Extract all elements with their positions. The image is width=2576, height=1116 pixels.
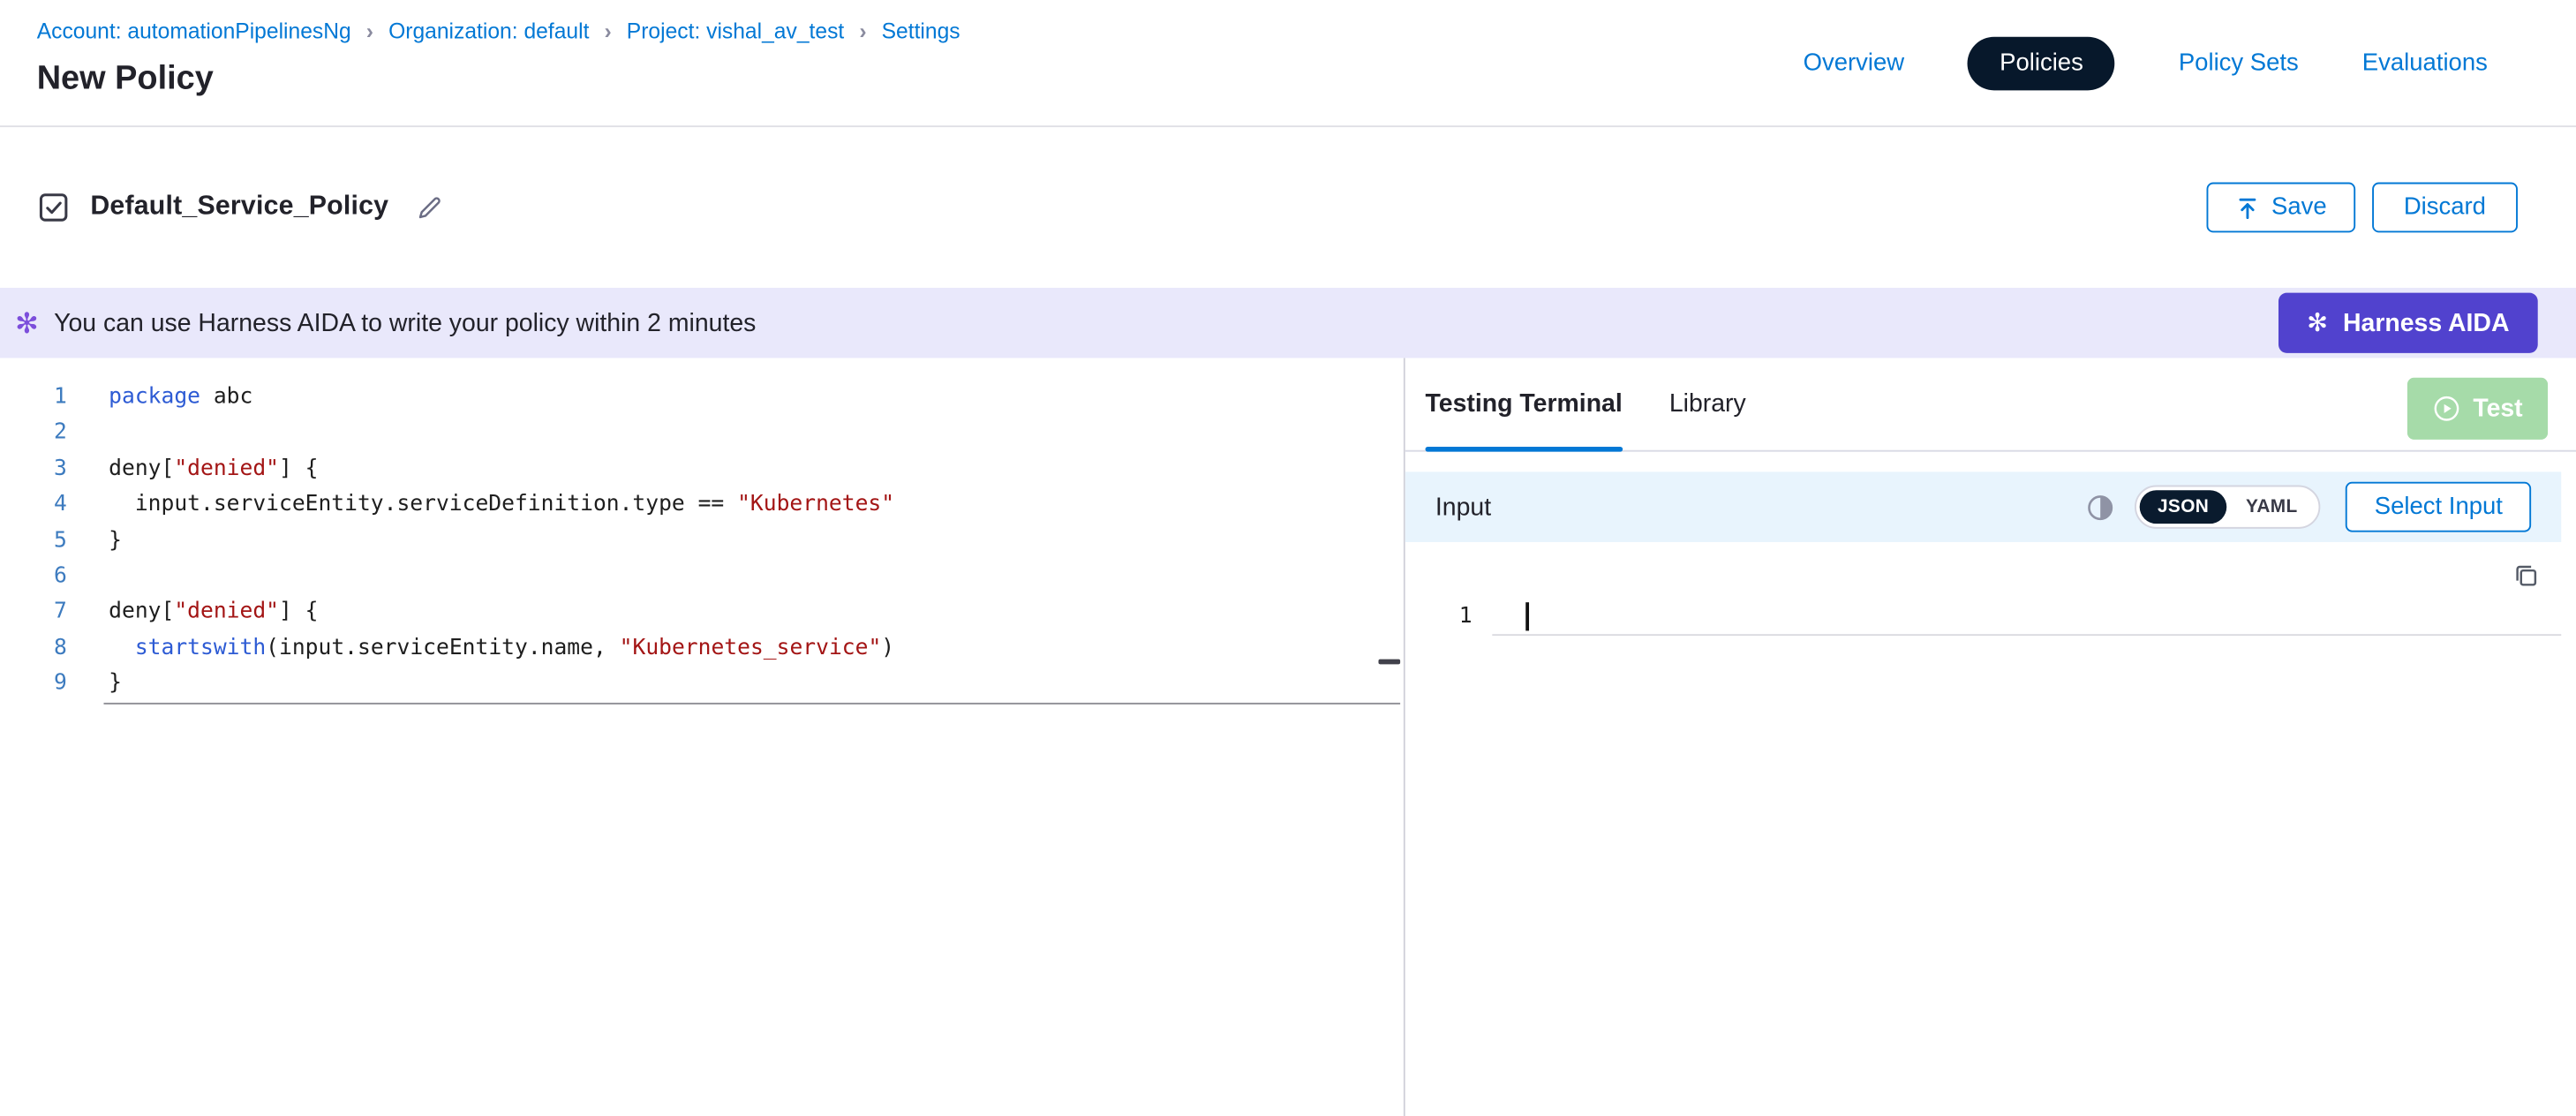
code-text: input.serviceEntity.serviceDefinition.ty… bbox=[67, 487, 894, 524]
aida-flower-icon: ✻ bbox=[15, 309, 39, 337]
chevron-right-icon: › bbox=[366, 19, 373, 43]
input-line[interactable]: 1 bbox=[1405, 596, 2576, 636]
policy-toolbar: Default_Service_Policy Save Discard bbox=[0, 127, 2576, 288]
code-line[interactable]: 2 bbox=[0, 416, 1404, 452]
page-title: New Policy bbox=[37, 60, 214, 99]
line-number: 1 bbox=[0, 380, 67, 416]
code-text: } bbox=[67, 666, 122, 702]
copy-icon[interactable] bbox=[2512, 562, 2539, 589]
screenshot-viewport: Account: automationPipelinesNg › Organiz… bbox=[0, 0, 2576, 1116]
code-line[interactable]: 9} bbox=[0, 666, 1404, 702]
page-header: Account: automationPipelinesNg › Organiz… bbox=[0, 0, 2576, 127]
format-option-yaml[interactable]: YAML bbox=[2227, 490, 2316, 524]
harness-aida-button-label: Harness AIDA bbox=[2343, 309, 2510, 337]
save-button[interactable]: Save bbox=[2206, 183, 2355, 233]
tab-overview[interactable]: Overview bbox=[1804, 50, 1905, 77]
code-line[interactable]: 3deny["denied"] { bbox=[0, 451, 1404, 487]
breadcrumb-organization[interactable]: Organization: default bbox=[388, 19, 589, 43]
tab-evaluations[interactable]: Evaluations bbox=[2362, 50, 2488, 77]
contrast-circle-icon[interactable] bbox=[2085, 493, 2113, 521]
code-text: package abc bbox=[67, 380, 253, 416]
harness-aida-button[interactable]: ✻ Harness AIDA bbox=[2278, 293, 2538, 353]
select-input-button[interactable]: Select Input bbox=[2346, 482, 2532, 532]
policy-check-icon bbox=[37, 191, 71, 224]
code-text bbox=[67, 559, 109, 595]
line-number: 3 bbox=[0, 451, 67, 487]
breadcrumb-account[interactable]: Account: automationPipelinesNg bbox=[37, 19, 351, 43]
test-button[interactable]: Test bbox=[2407, 377, 2548, 439]
workspace: 1package abc23deny["denied"] {4 input.se… bbox=[0, 358, 2576, 1116]
line-number: 8 bbox=[0, 630, 67, 667]
input-bar: Input JSON YAML Select Input bbox=[1405, 471, 2561, 542]
chevron-right-icon: › bbox=[604, 19, 611, 43]
upload-icon bbox=[2234, 195, 2259, 220]
line-number: 2 bbox=[0, 416, 67, 452]
line-number: 7 bbox=[0, 594, 67, 630]
breadcrumb: Account: automationPipelinesNg › Organiz… bbox=[37, 19, 960, 43]
format-option-json[interactable]: JSON bbox=[2139, 490, 2227, 524]
format-toggle: JSON YAML bbox=[2134, 486, 2321, 529]
line-number: 6 bbox=[0, 559, 67, 595]
aida-flower-icon: ✻ bbox=[2307, 311, 2328, 336]
breadcrumb-settings[interactable]: Settings bbox=[882, 19, 960, 43]
code-text: deny["denied"] { bbox=[67, 451, 319, 487]
test-button-label: Test bbox=[2473, 394, 2522, 422]
line-number: 1 bbox=[1405, 603, 1473, 628]
select-input-button-label: Select Input bbox=[2375, 494, 2503, 520]
policy-code-editor[interactable]: 1package abc23deny["denied"] {4 input.se… bbox=[0, 358, 1405, 1116]
code-text: } bbox=[67, 523, 122, 559]
text-cursor bbox=[1525, 601, 1528, 630]
aida-banner-message: You can use Harness AIDA to write your p… bbox=[54, 309, 756, 337]
code-line[interactable]: 5} bbox=[0, 523, 1404, 559]
input-editor[interactable]: 1 bbox=[1405, 542, 2576, 1116]
tab-policy-sets[interactable]: Policy Sets bbox=[2179, 50, 2299, 77]
code-line[interactable]: 8 startswith(input.serviceEntity.name, "… bbox=[0, 630, 1404, 667]
code-text: deny["denied"] { bbox=[67, 594, 319, 630]
line-number: 5 bbox=[0, 523, 67, 559]
discard-button-label: Discard bbox=[2404, 194, 2486, 221]
play-circle-icon bbox=[2433, 394, 2461, 422]
code-line[interactable]: 6 bbox=[0, 559, 1404, 595]
line-number: 9 bbox=[0, 666, 67, 702]
terminal-tabs: Testing Terminal Library Test bbox=[1405, 358, 2576, 452]
code-text: startswith(input.serviceEntity.name, "Ku… bbox=[67, 630, 894, 667]
policy-name: Default_Service_Policy bbox=[90, 192, 388, 222]
edit-name-button[interactable] bbox=[417, 194, 443, 221]
tab-policies[interactable]: Policies bbox=[1968, 37, 2115, 91]
chevron-right-icon: › bbox=[859, 19, 866, 43]
input-value bbox=[1473, 601, 1528, 630]
input-label: Input bbox=[1435, 493, 1491, 521]
harness-policy-page: Account: automationPipelinesNg › Organiz… bbox=[0, 0, 2576, 1116]
discard-button[interactable]: Discard bbox=[2372, 183, 2518, 233]
horizontal-scrollbar-thumb[interactable] bbox=[1378, 660, 1400, 665]
code-line[interactable]: 7deny["denied"] { bbox=[0, 594, 1404, 630]
breadcrumb-project[interactable]: Project: vishal_av_test bbox=[627, 19, 844, 43]
code-line[interactable]: 1package abc bbox=[0, 380, 1404, 416]
pencil-icon bbox=[417, 194, 443, 221]
aida-banner: ✻ You can use Harness AIDA to write your… bbox=[0, 288, 2576, 358]
line-number: 4 bbox=[0, 487, 67, 524]
save-button-label: Save bbox=[2271, 194, 2327, 221]
tab-testing-terminal[interactable]: Testing Terminal bbox=[1426, 358, 1623, 450]
code-line[interactable]: 4 input.serviceEntity.serviceDefinition.… bbox=[0, 487, 1404, 524]
tab-library[interactable]: Library bbox=[1669, 358, 1746, 450]
code-text bbox=[67, 416, 109, 452]
testing-terminal-panel: Testing Terminal Library Test Input bbox=[1405, 358, 2576, 1116]
header-nav: Overview Policies Policy Sets Evaluation… bbox=[1804, 0, 2488, 127]
